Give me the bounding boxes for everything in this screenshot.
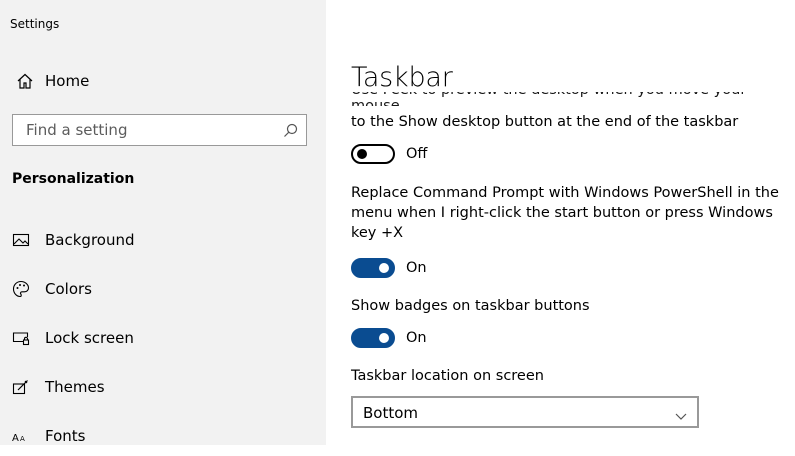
sidebar-item-colors[interactable]: Colors bbox=[0, 269, 326, 309]
toggle-state: Off bbox=[406, 146, 428, 162]
picture-icon bbox=[12, 231, 30, 249]
home-label: Home bbox=[45, 72, 90, 90]
setting-description: Show badges on taskbar buttons bbox=[351, 298, 590, 314]
toggle-knob bbox=[379, 263, 389, 273]
peek-toggle-row[interactable]: Off bbox=[351, 143, 427, 165]
sidebar-item-lock-screen[interactable]: Lock screen bbox=[0, 318, 326, 358]
home-nav-item[interactable]: Home bbox=[0, 62, 326, 100]
sidebar-item-label: Background bbox=[45, 231, 135, 249]
lock-screen-icon bbox=[12, 329, 30, 347]
badges-toggle-row[interactable]: On bbox=[351, 327, 427, 349]
partial-description: Use Peek to preview the desktop when you… bbox=[351, 92, 746, 106]
themes-icon bbox=[12, 378, 30, 396]
chevron-down-icon bbox=[675, 407, 687, 420]
sidebar-item-themes[interactable]: Themes bbox=[0, 367, 326, 407]
sidebar-item-label: Lock screen bbox=[45, 329, 134, 347]
sidebar-item-fonts[interactable]: AA Fonts bbox=[0, 416, 326, 456]
svg-text:A: A bbox=[12, 433, 19, 444]
font-icon: AA bbox=[12, 427, 30, 445]
taskbar-location-dropdown[interactable]: Bottom bbox=[351, 396, 699, 428]
setting-description: to the Show desktop button at the end of… bbox=[351, 114, 739, 130]
section-label: Personalization bbox=[12, 171, 135, 187]
home-icon bbox=[16, 72, 34, 90]
sidebar-item-background[interactable]: Background bbox=[0, 220, 326, 260]
page-title: Taskbar bbox=[351, 62, 453, 93]
sidebar-item-label: Themes bbox=[45, 378, 105, 396]
search-icon[interactable] bbox=[283, 123, 298, 138]
sidebar-item-label: Colors bbox=[45, 280, 92, 298]
peek-toggle[interactable] bbox=[351, 144, 395, 164]
toggle-knob bbox=[379, 333, 389, 343]
badges-toggle[interactable] bbox=[351, 328, 395, 348]
dropdown-value: Bottom bbox=[363, 404, 419, 422]
powershell-toggle-row[interactable]: On bbox=[351, 257, 427, 279]
toggle-state: On bbox=[406, 330, 427, 346]
powershell-toggle[interactable] bbox=[351, 258, 395, 278]
main-content: Taskbar Use Peek to preview the desktop … bbox=[326, 0, 795, 445]
toggle-state: On bbox=[406, 260, 427, 276]
sidebar-item-label: Fonts bbox=[45, 427, 86, 445]
app-title: Settings bbox=[10, 17, 60, 31]
search-box[interactable] bbox=[12, 114, 307, 146]
svg-text:A: A bbox=[20, 435, 25, 443]
palette-icon bbox=[12, 280, 30, 298]
setting-description: Replace Command Prompt with Windows Powe… bbox=[351, 185, 779, 241]
search-input[interactable] bbox=[13, 115, 276, 145]
toggle-knob bbox=[357, 149, 367, 159]
sidebar: Settings Home Personalization Background… bbox=[0, 0, 326, 445]
taskbar-location-label: Taskbar location on screen bbox=[351, 368, 544, 384]
